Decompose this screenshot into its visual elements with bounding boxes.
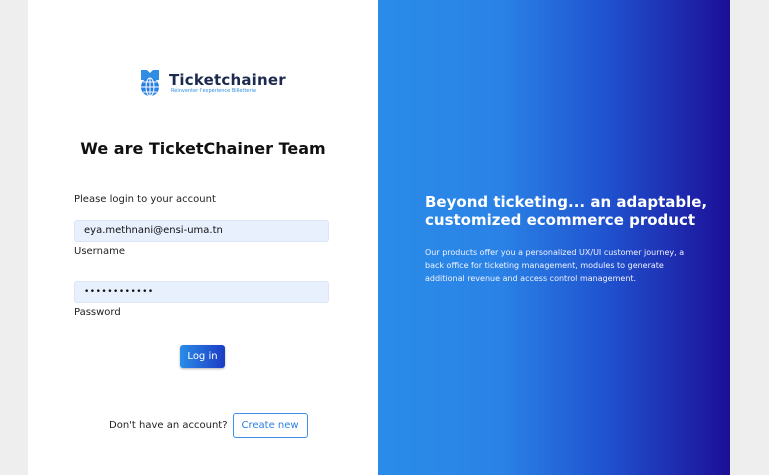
promo-description: Our products offer you a personalized UX… (425, 248, 685, 283)
brand-logo: Ticketchainer Réinventer l'expérience Bi… (139, 68, 286, 98)
promo-headline: Beyond ticketing... an adaptable, custom… (425, 193, 708, 229)
login-button[interactable]: Log in (180, 345, 225, 368)
create-account-button[interactable]: Create new (232, 413, 308, 438)
signup-row: Don't have an account? Create new (109, 413, 308, 438)
login-panel: Ticketchainer Réinventer l'expérience Bi… (28, 0, 378, 475)
ticket-globe-icon (141, 70, 159, 97)
brand-tagline: Réinventer l'expérience Billetterie (171, 87, 257, 94)
promo-panel: Beyond ticketing... an adaptable, custom… (378, 0, 730, 475)
page-title: We are TicketChainer Team (80, 139, 326, 158)
brand-name: Ticketchainer (169, 70, 286, 89)
password-input[interactable]: •••••••••••• (74, 281, 329, 303)
no-account-text: Don't have an account? (109, 420, 228, 431)
login-prompt: Please login to your account (74, 194, 216, 205)
login-card: Ticketchainer Réinventer l'expérience Bi… (28, 0, 730, 475)
username-input[interactable]: eya.methnani@ensi-uma.tn (74, 220, 329, 242)
username-label: Username (74, 246, 125, 257)
password-label: Password (74, 307, 121, 318)
